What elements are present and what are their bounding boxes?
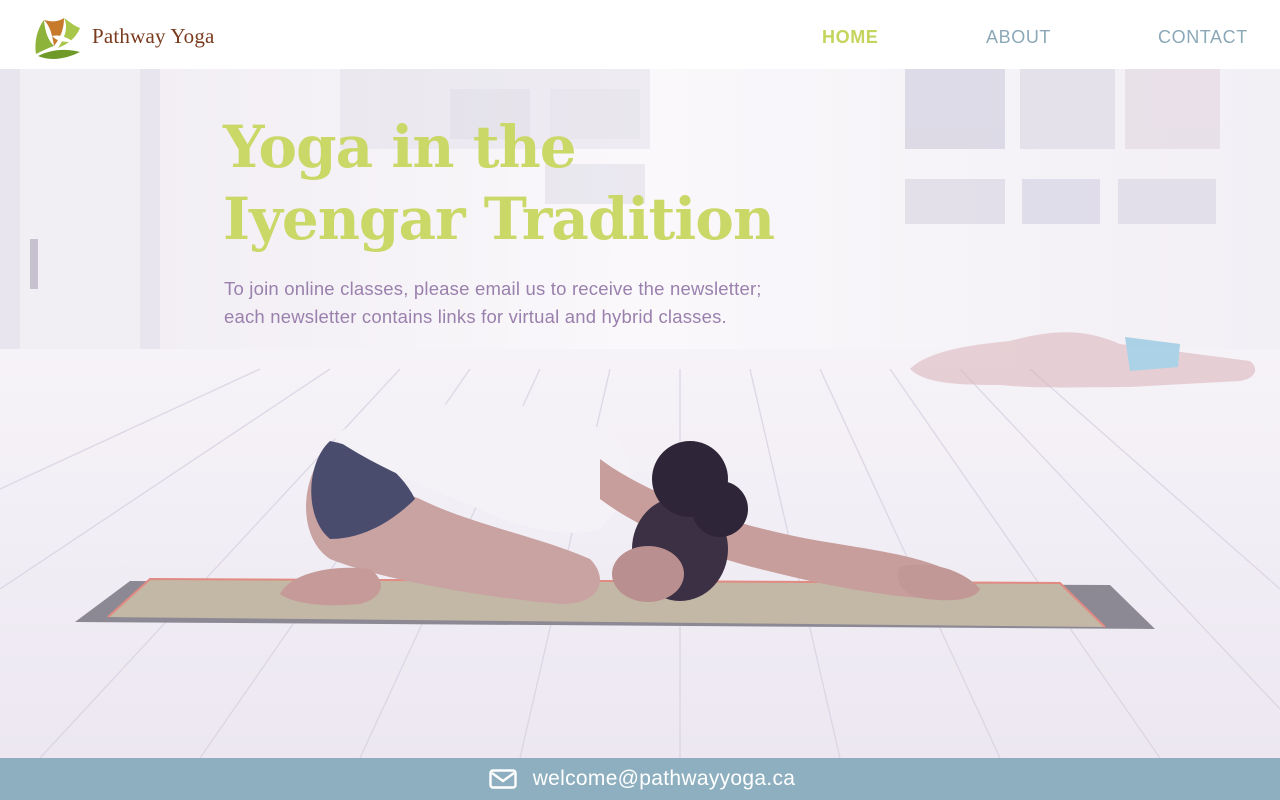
hero-description-line-1: To join online classes, please email us …	[224, 278, 762, 299]
site-footer: welcome@pathwayyoga.ca	[0, 758, 1280, 800]
brand-name: Pathway Yoga	[92, 23, 215, 48]
hero-description-line-2: each newsletter contains links for virtu…	[224, 306, 727, 327]
hero-title: Yoga in the Iyengar Tradition	[223, 111, 923, 255]
site-header: Pathway Yoga HOME ABOUT CONTACT	[0, 0, 1280, 69]
hero-title-line-1: Yoga in the	[223, 113, 577, 181]
nav-about-link[interactable]: ABOUT	[986, 27, 1051, 48]
hero-section: Yoga in the Iyengar Tradition To join on…	[0, 69, 1280, 758]
lotus-leaf-logo-icon	[35, 18, 80, 59]
nav-contact-link[interactable]: CONTACT	[1158, 27, 1248, 48]
email-link[interactable]: welcome@pathwayyoga.ca	[489, 767, 796, 791]
hero-description: To join online classes, please email us …	[224, 275, 864, 331]
footer-email-text: welcome@pathwayyoga.ca	[532, 767, 796, 790]
envelope-icon	[489, 769, 517, 789]
nav-home-link[interactable]: HOME	[822, 27, 878, 48]
brand-logo-link[interactable]: Pathway Yoga	[30, 8, 230, 64]
hero-title-line-2: Iyengar Tradition	[223, 185, 775, 253]
